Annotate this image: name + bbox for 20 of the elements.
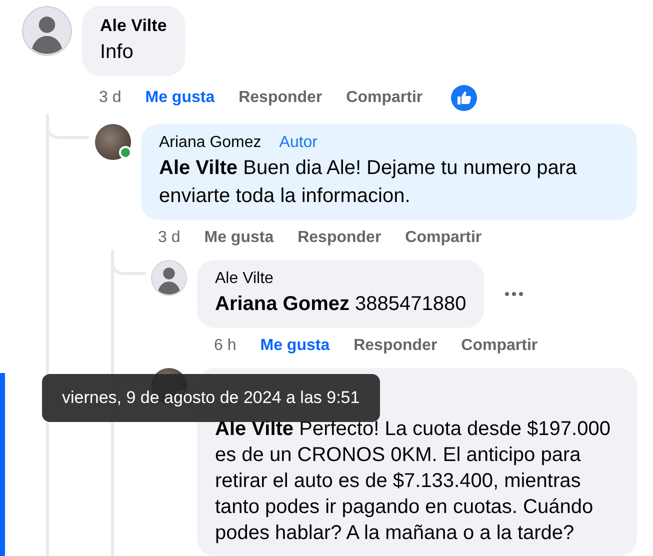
date-tooltip: viernes, 9 de agosto de 2024 a las 9:51 xyxy=(42,374,380,422)
share-link[interactable]: Compartir xyxy=(461,337,538,355)
comment-text: Ariana Gomez 3885471880 xyxy=(215,292,466,317)
author-name[interactable]: Ale Vilte xyxy=(100,16,167,36)
like-link[interactable]: Me gusta xyxy=(260,337,330,355)
comment-text: Info xyxy=(100,40,134,65)
reply-link[interactable]: Responder xyxy=(354,337,438,355)
comment-time[interactable]: 3 d xyxy=(99,89,122,107)
author-name[interactable]: Ariana Gomez xyxy=(159,134,262,152)
reply-link[interactable]: Responder xyxy=(298,229,382,247)
share-link[interactable]: Compartir xyxy=(405,229,482,247)
like-link[interactable]: Me gusta xyxy=(204,229,274,247)
like-link[interactable]: Me gusta xyxy=(145,89,215,107)
share-link[interactable]: Compartir xyxy=(346,89,423,107)
author-badge-label: Autor xyxy=(279,134,318,152)
comment-time[interactable]: 6 h xyxy=(214,337,236,355)
comment-text: Ale Vilte Buen dia Ale! Dejame tu numero para enviarte toda la informacion. xyxy=(159,156,578,209)
comment-time[interactable]: 3 d xyxy=(158,229,180,247)
reply-link[interactable]: Responder xyxy=(238,89,322,107)
author-name[interactable]: Ale Vilte xyxy=(215,270,274,288)
